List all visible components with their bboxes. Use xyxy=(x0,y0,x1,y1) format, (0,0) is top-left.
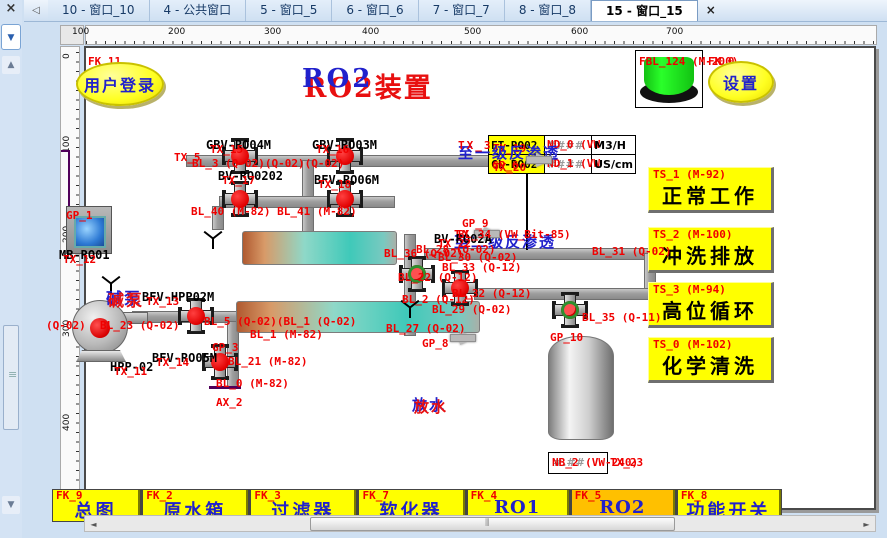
pipe-label[interactable]: AX_2 xyxy=(216,397,243,409)
tank-level-display[interactable]: #.## NB_2 (VW-240) xyxy=(548,452,608,474)
drain-text[interactable]: 放水 放水 xyxy=(412,394,887,415)
pipe-label[interactable]: GP_8 xyxy=(422,338,449,350)
tab-window-10[interactable]: 10 - 窗口_10 xyxy=(48,0,150,21)
equipment-label-tag[interactable]: TX_14 xyxy=(156,357,189,369)
dropdown-button[interactable]: ▼ xyxy=(1,24,21,50)
drain-funnel-icon xyxy=(204,231,222,249)
flow-text-red: 放水 xyxy=(414,396,448,417)
left-panel: × ▼ ▲ ▼ xyxy=(0,0,22,538)
dosing-line xyxy=(61,150,70,152)
tab-close-icon[interactable]: × xyxy=(698,0,724,21)
vertical-ruler: 0 100 200 300 400 xyxy=(60,46,80,510)
pipe-label[interactable]: BL_35 (Q-11) xyxy=(582,312,661,324)
equipment-label-tag[interactable]: TX_11 xyxy=(114,366,147,378)
ruler-tick: 200 xyxy=(168,27,185,37)
pipe-label[interactable]: BL_1 (M-82) xyxy=(250,329,323,341)
flow-tag: TX_3 xyxy=(458,140,493,152)
status-button-normal[interactable]: TS_1 (M-92) 正常工作 xyxy=(648,167,774,213)
pipe-label[interactable]: BL_31 (Q-02) xyxy=(592,246,671,258)
ruler-tick: 700 xyxy=(666,27,683,37)
page-title: RO2装置 RO2 xyxy=(302,64,512,100)
horizontal-scrollbar[interactable]: ◄ ► xyxy=(84,515,876,532)
pipe-label[interactable]: BL_29 (Q-02) xyxy=(432,304,511,316)
close-icon[interactable]: × xyxy=(3,1,19,17)
hmi-canvas[interactable]: #.## NB_2 (VW-240) FK_11 用户登录 RO2装置 RO2 … xyxy=(84,46,876,510)
equipment-label-tag[interactable]: TX_13 xyxy=(146,296,179,308)
membrane-vessel-1[interactable] xyxy=(242,231,397,265)
ruler-tick: 0 xyxy=(62,53,72,59)
ruler-tick: 400 xyxy=(62,414,72,431)
horizontal-scrollbar-thumb[interactable] xyxy=(310,517,675,531)
pipe-label[interactable]: BL_34 (VW_Bit-85) xyxy=(458,229,571,241)
scroll-right-icon[interactable]: ► xyxy=(860,518,873,531)
settings-button[interactable]: 设置 xyxy=(708,61,774,103)
ruler-tick: 300 xyxy=(264,27,281,37)
status-button-recirc[interactable]: TS_3 (M-94) 高位循环 xyxy=(648,282,774,328)
pipe-label[interactable]: BL_5 (Q-02)(BL_1 (Q-02) xyxy=(204,316,356,328)
tab-window-8[interactable]: 8 - 窗口_8 xyxy=(505,0,591,21)
flow-text-red: 碱泵 xyxy=(108,287,144,311)
tab-common-window[interactable]: 4 - 公共窗口 xyxy=(150,0,247,21)
pipe-label[interactable]: BL_23 (Q-02) xyxy=(100,320,179,332)
vertical-scrollbar-thumb[interactable] xyxy=(3,325,19,430)
pipe-label[interactable]: BL_27 (Q-02) xyxy=(386,323,465,335)
pipe-label[interactable]: BL_0 (M-82) xyxy=(216,378,289,390)
pipe-label[interactable]: GP_1 xyxy=(66,210,93,222)
status-button-cip[interactable]: TS_0 (M-102) 化学清洗 xyxy=(648,337,774,383)
dosing-line xyxy=(68,150,70,208)
scroll-down-icon[interactable]: ▼ xyxy=(2,496,20,514)
tab-window-7[interactable]: 7 - 窗口_7 xyxy=(419,0,505,21)
equipment-label-tag[interactable]: TX_18 xyxy=(318,179,351,191)
tab-nav-back-icon[interactable]: ◁ xyxy=(24,0,48,21)
flow-text-stage1[interactable]: 至一级反渗透 TX_3 xyxy=(458,142,887,163)
pipe-label[interactable]: GP_6 xyxy=(492,160,519,172)
storage-tank[interactable] xyxy=(548,336,614,440)
pipe-label[interactable]: GP_10 xyxy=(550,332,583,344)
tab-window-6[interactable]: 6 - 窗口_6 xyxy=(332,0,418,21)
status-label: 高位循环 xyxy=(649,295,771,324)
user-login-button[interactable]: 用户登录 xyxy=(76,62,164,106)
scroll-left-icon[interactable]: ◄ xyxy=(87,518,100,531)
pipe-label[interactable]: BL_40 (M-82) BL_41 (M-82) xyxy=(191,206,357,218)
pipe-label[interactable]: TX_23 xyxy=(610,457,643,469)
ruler-tick: 100 xyxy=(72,27,89,37)
equipment-label-tag[interactable]: TX_17 xyxy=(222,175,255,187)
window-tab-bar: ◁ 10 - 窗口_10 4 - 公共窗口 5 - 窗口_5 6 - 窗口_6 … xyxy=(24,0,887,22)
title-blue-text: RO2 xyxy=(302,64,373,94)
ruler-tick: 600 xyxy=(571,27,588,37)
tab-window-15-active[interactable]: 15 - 窗口_15 xyxy=(591,0,698,21)
horizontal-ruler: 100 200 300 400 500 600 700 xyxy=(85,25,877,45)
tab-window-5[interactable]: 5 - 窗口_5 xyxy=(246,0,332,21)
equipment-label-tag[interactable]: TX_15 xyxy=(210,144,243,156)
pipe-label[interactable]: BL_21 (M-82) xyxy=(228,356,307,368)
status-label: 正常工作 xyxy=(649,180,771,209)
pipe-label[interactable]: BL_3 (Q-02)(Q-02)(Q-02) xyxy=(192,158,344,170)
pipe-label[interactable]: GP_3 xyxy=(212,342,239,354)
ruler-tick: 500 xyxy=(464,27,481,37)
equipment-label-tag[interactable]: TX_16 xyxy=(316,144,349,156)
scroll-up-icon[interactable]: ▲ xyxy=(2,56,20,74)
flow-arrow-gp6[interactable] xyxy=(536,153,552,167)
status-label: 化学清洗 xyxy=(649,350,771,379)
pipe-label[interactable]: (Q-02) xyxy=(46,320,86,332)
equipment-label-tag[interactable]: TX_12 xyxy=(63,254,96,266)
pipe-label[interactable]: BL_22 (Q-12) xyxy=(398,272,477,284)
ruler-tick: 400 xyxy=(362,27,379,37)
